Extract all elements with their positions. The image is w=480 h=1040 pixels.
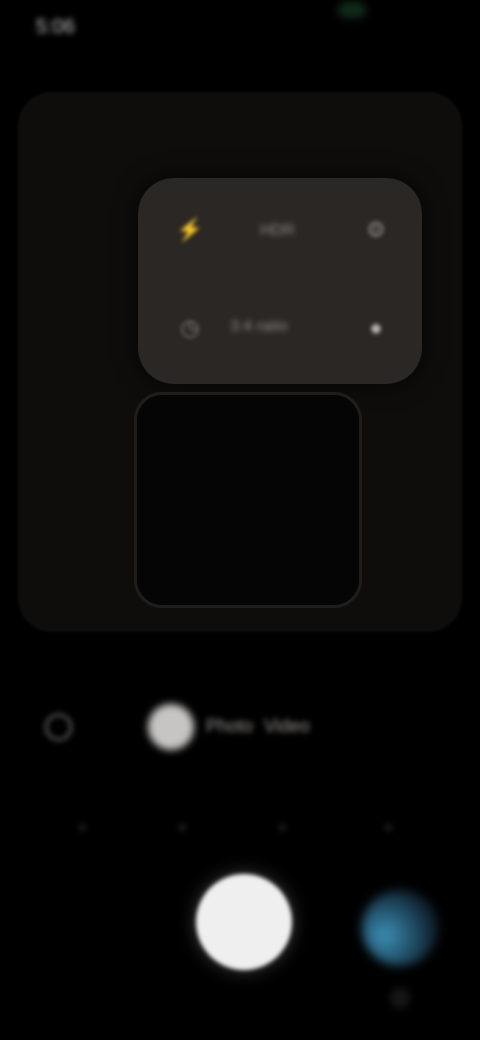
option-icon-3[interactable]: ◦ xyxy=(278,814,287,842)
timer-icon[interactable]: ◷ xyxy=(170,308,210,348)
flash-icon[interactable]: ⚡ xyxy=(170,210,210,250)
mode-left-icon[interactable]: ◯ xyxy=(44,710,73,741)
option-icon-1[interactable]: ◦ xyxy=(78,814,87,842)
option-icon-2[interactable]: ◦ xyxy=(178,814,187,842)
status-time: 5:06 xyxy=(36,16,75,38)
dot-icon[interactable]: ● xyxy=(356,308,396,348)
preview-frame xyxy=(134,392,362,608)
hdr-label[interactable]: HDR xyxy=(260,222,295,240)
bottom-indicator xyxy=(390,988,410,1008)
quick-settings-panel: ⚡ HDR ⚙ ◷ 3:4 ratio ● xyxy=(138,178,422,384)
mode-photo[interactable]: Photo xyxy=(206,716,253,737)
mode-video[interactable]: Video xyxy=(264,716,310,737)
aspect-ratio-label[interactable]: 3:4 ratio xyxy=(230,318,288,336)
shutter-button[interactable] xyxy=(196,874,292,970)
mode-selected-indicator[interactable] xyxy=(148,704,194,750)
status-indicator xyxy=(338,2,366,18)
status-bar: 5:06 xyxy=(0,0,480,56)
option-icon-4[interactable]: ◦ xyxy=(384,814,393,842)
settings-icon[interactable]: ⚙ xyxy=(356,210,396,250)
gallery-thumbnail[interactable] xyxy=(362,890,438,966)
